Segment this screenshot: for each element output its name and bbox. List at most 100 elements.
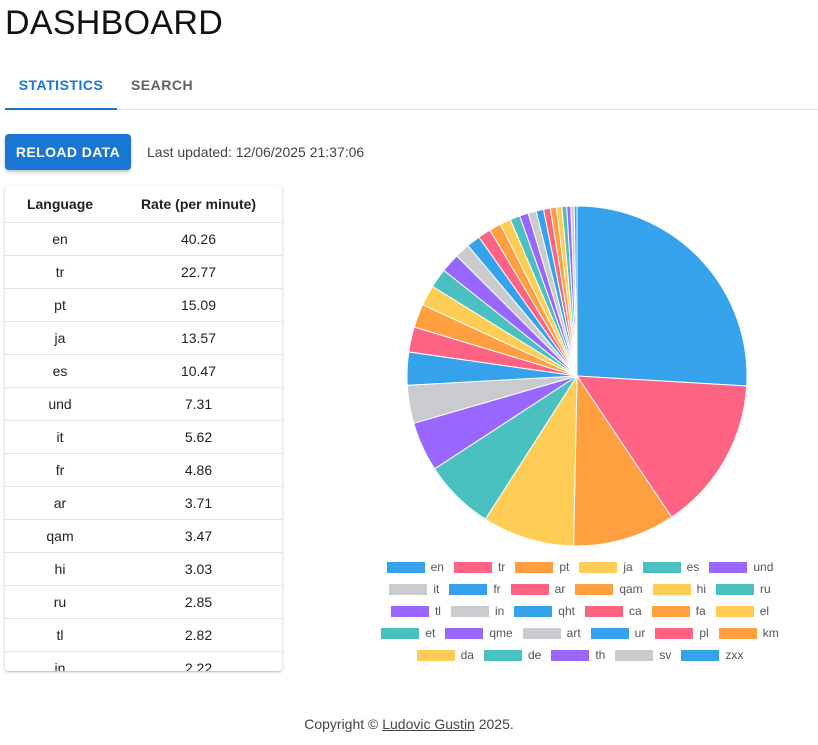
legend-item-km[interactable]: km — [718, 626, 779, 640]
cell-rate: 40.26 — [115, 222, 282, 256]
table-row: fr 4.86 — [5, 453, 282, 487]
cell-rate: 3.03 — [115, 552, 282, 586]
tab-bar: STATISTICS SEARCH — [5, 60, 818, 110]
chart-legend: en tr pt ja es und it fr ar qam hi ru tl in qht ca fa el e… — [360, 556, 800, 666]
cell-rate: 10.47 — [115, 354, 282, 388]
legend-item-pl[interactable]: pl — [655, 626, 709, 640]
cell-rate: 2.82 — [115, 618, 282, 652]
legend-label: zxx — [725, 648, 744, 662]
legend-swatch — [652, 583, 691, 595]
legend-item-ja[interactable]: ja — [579, 560, 633, 574]
legend-label: ur — [634, 626, 646, 640]
legend-row: da de th sv zxx — [360, 644, 800, 666]
legend-label: pl — [699, 626, 709, 640]
legend-label: fr — [493, 582, 501, 596]
legend-item-ar[interactable]: ar — [510, 582, 565, 596]
cell-rate: 4.86 — [115, 453, 282, 487]
legend-item-hi[interactable]: hi — [652, 582, 707, 596]
author-link[interactable]: Ludovic Gustin — [382, 716, 475, 732]
legend-item-de[interactable]: de — [483, 648, 541, 662]
legend-item-es[interactable]: es — [642, 560, 699, 574]
legend-label: qht — [558, 604, 575, 618]
legend-label: ja — [623, 560, 633, 574]
legend-item-el[interactable]: el — [715, 604, 770, 618]
legend-swatch — [416, 649, 455, 661]
tab-active-indicator — [5, 108, 117, 110]
legend-label: th — [595, 648, 606, 662]
legend-item-ru[interactable]: ru — [716, 582, 771, 596]
dashboard-page: DASHBOARD STATISTICS SEARCH RELOAD DATA … — [0, 0, 818, 745]
legend-item-ca[interactable]: ca — [584, 604, 642, 618]
legend-label: ca — [628, 604, 642, 618]
pie-slice-en[interactable] — [576, 205, 748, 387]
legend-item-en[interactable]: en — [386, 560, 444, 574]
cell-rate: 2.22 — [115, 651, 282, 671]
legend-item-qam[interactable]: qam — [575, 582, 643, 596]
tab-statistics[interactable]: STATISTICS — [5, 60, 117, 109]
cell-language: qam — [5, 519, 115, 553]
legend-item-th[interactable]: th — [551, 648, 605, 662]
legend-item-art[interactable]: art — [522, 626, 581, 640]
tab-search[interactable]: SEARCH — [117, 60, 207, 109]
legend-swatch — [386, 561, 425, 573]
legend-swatch — [390, 605, 429, 617]
legend-swatch — [381, 627, 420, 639]
table-row: en 40.26 — [5, 222, 282, 256]
legend-item-zxx[interactable]: zxx — [681, 648, 743, 662]
legend-label: in — [494, 604, 505, 618]
table-row: in 2.22 — [5, 651, 282, 671]
legend-item-it[interactable]: it — [389, 582, 439, 596]
legend-item-tr[interactable]: tr — [453, 560, 506, 574]
legend-label: qam — [619, 582, 643, 596]
legend-label: ru — [760, 582, 771, 596]
legend-item-pt[interactable]: pt — [515, 560, 569, 574]
table-header-row: Language Rate (per minute) — [5, 186, 282, 223]
legend-swatch — [522, 627, 561, 639]
table-row: pt 15.09 — [5, 288, 282, 322]
table-row: ar 3.71 — [5, 486, 282, 520]
cell-language: in — [5, 651, 115, 671]
legend-swatch — [389, 583, 428, 595]
legend-label: tr — [497, 560, 506, 574]
legend-label: da — [460, 648, 474, 662]
legend-label: art — [566, 626, 581, 640]
cell-language: fr — [5, 453, 115, 487]
legend-swatch — [445, 627, 484, 639]
reload-data-button[interactable]: RELOAD DATA — [5, 134, 131, 170]
legend-label: en — [430, 560, 444, 574]
cell-language: it — [5, 420, 115, 454]
legend-label: und — [753, 560, 774, 574]
cell-language: ar — [5, 486, 115, 520]
legend-label: hi — [696, 582, 707, 596]
table-row: it 5.62 — [5, 420, 282, 454]
legend-swatch — [515, 561, 554, 573]
legend-label: qme — [489, 626, 513, 640]
legend-item-fa[interactable]: fa — [651, 604, 706, 618]
legend-item-in[interactable]: in — [450, 604, 505, 618]
legend-item-fr[interactable]: fr — [449, 582, 501, 596]
cell-rate: 3.71 — [115, 486, 282, 520]
table-row: und 7.31 — [5, 387, 282, 421]
legend-item-sv[interactable]: sv — [615, 648, 671, 662]
legend-item-tl[interactable]: tl — [390, 604, 441, 618]
legend-swatch — [510, 583, 549, 595]
table-row: tl 2.82 — [5, 618, 282, 652]
language-rate-table-card[interactable]: Language Rate (per minute) en 40.26 tr 22.7… — [5, 186, 282, 671]
legend-item-da[interactable]: da — [416, 648, 474, 662]
table-row: qam 3.47 — [5, 519, 282, 553]
legend-swatch — [718, 627, 757, 639]
table-row: es 10.47 — [5, 354, 282, 388]
table-row: ru 2.85 — [5, 585, 282, 619]
legend-label: el — [759, 604, 770, 618]
cell-language: pt — [5, 288, 115, 322]
legend-swatch — [450, 605, 489, 617]
legend-item-ur[interactable]: ur — [590, 626, 646, 640]
legend-label: it — [433, 582, 440, 596]
legend-item-qht[interactable]: qht — [514, 604, 575, 618]
cell-rate: 7.31 — [115, 387, 282, 421]
legend-item-qme[interactable]: qme — [445, 626, 513, 640]
column-header-rate: Rate (per minute) — [115, 186, 282, 223]
legend-item-et[interactable]: et — [381, 626, 435, 640]
legend-item-und[interactable]: und — [709, 560, 773, 574]
cell-language: tl — [5, 618, 115, 652]
